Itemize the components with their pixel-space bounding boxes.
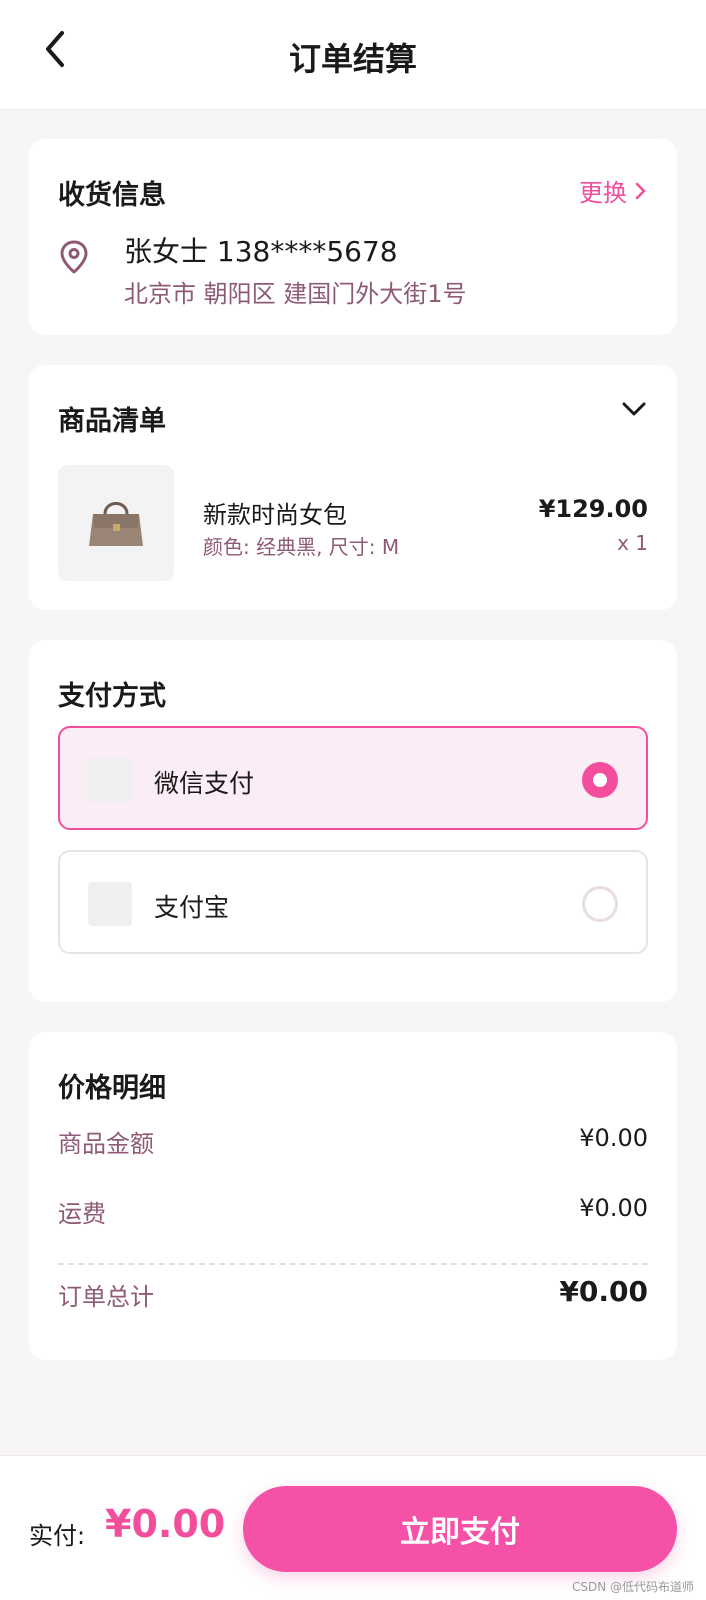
payment-option-alipay[interactable]: 支付宝 bbox=[58, 850, 648, 954]
product-thumbnail[interactable] bbox=[58, 465, 174, 581]
chevron-right-icon bbox=[635, 182, 646, 199]
page-title: 订单结算 bbox=[288, 40, 417, 78]
change-address-label: 更换 bbox=[579, 179, 627, 207]
item-list-card: 商品清单 新款时尚女包 颜色: 经典黑, 尺寸: M ¥129.00 x 1 bbox=[29, 365, 677, 610]
radio-unchecked-icon[interactable] bbox=[582, 886, 618, 922]
chevron-down-icon[interactable] bbox=[621, 400, 647, 418]
goods-amount-value: ¥0.00 bbox=[579, 1124, 648, 1152]
recipient-name-phone: 张女士 138****5678 bbox=[124, 235, 398, 268]
item-name: 新款时尚女包 bbox=[203, 501, 347, 529]
change-address-link[interactable]: 更换 bbox=[579, 173, 647, 208]
shipping-fee-label: 运费 bbox=[58, 1200, 106, 1228]
payment-method-card: 支付方式 微信支付 支付宝 bbox=[29, 640, 677, 1002]
wechat-pay-logo bbox=[88, 758, 132, 802]
divider bbox=[58, 1263, 648, 1265]
payment-option-wechat[interactable]: 微信支付 bbox=[58, 726, 648, 830]
shipping-fee-value: ¥0.00 bbox=[579, 1194, 648, 1222]
alipay-logo bbox=[88, 882, 132, 926]
order-total-label: 订单总计 bbox=[58, 1283, 154, 1311]
amount-due-label: 实付: bbox=[29, 1522, 86, 1550]
item-quantity: x 1 bbox=[617, 531, 648, 555]
watermark: CSDN @低代码布道师 bbox=[571, 1580, 694, 1594]
goods-amount-label: 商品金额 bbox=[58, 1130, 154, 1158]
radio-checked-icon[interactable] bbox=[582, 762, 618, 798]
handbag-icon bbox=[89, 502, 143, 546]
order-total-value: ¥0.00 bbox=[559, 1275, 648, 1308]
item-list-title: 商品清单 bbox=[58, 406, 166, 437]
price-detail-title: 价格明细 bbox=[58, 1073, 166, 1104]
top-bar: 订单结算 bbox=[0, 0, 706, 110]
payment-method-title: 支付方式 bbox=[58, 681, 166, 712]
amount-due-value: ¥0.00 bbox=[105, 1502, 226, 1546]
payment-option-label: 支付宝 bbox=[154, 893, 230, 922]
item-price: ¥129.00 bbox=[538, 495, 648, 523]
location-pin-icon bbox=[60, 240, 88, 274]
payment-option-label: 微信支付 bbox=[154, 769, 255, 798]
shipping-info-card: 收货信息 更换 张女士 138****5678 北京市 朝阳区 建国门外大街1号 bbox=[29, 139, 677, 335]
pay-now-button[interactable]: 立即支付 bbox=[243, 1486, 677, 1572]
address-line: 北京市 朝阳区 建国门外大街1号 bbox=[124, 280, 467, 308]
price-detail-card: 价格明细 商品金额 ¥0.00 运费 ¥0.00 订单总计 ¥0.00 bbox=[29, 1032, 677, 1360]
item-spec: 颜色: 经典黑, 尺寸: M bbox=[203, 535, 400, 559]
shipping-info-title: 收货信息 bbox=[58, 180, 166, 211]
